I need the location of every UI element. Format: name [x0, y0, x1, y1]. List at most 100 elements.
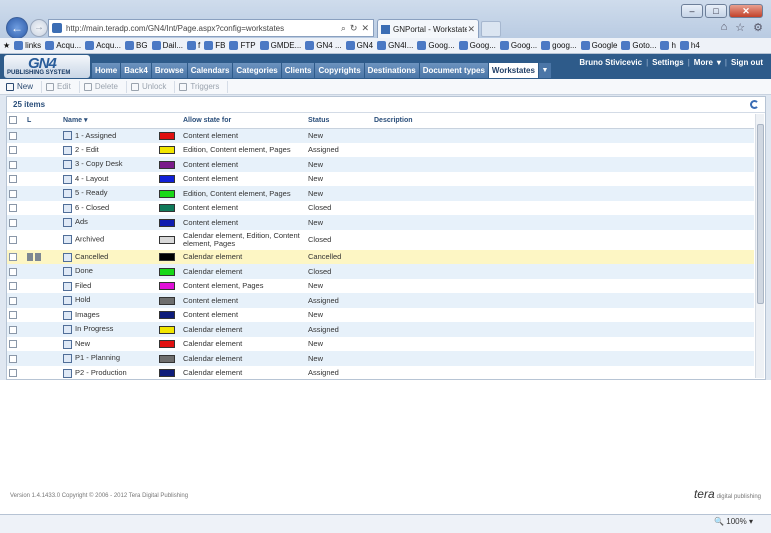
nav-browse[interactable]: Browse [151, 63, 187, 78]
row-checkbox[interactable] [9, 189, 17, 198]
row-checkbox[interactable] [9, 267, 17, 276]
row-checkbox[interactable] [9, 354, 17, 363]
edit-row-icon[interactable] [27, 253, 33, 262]
header-description[interactable]: Description [372, 113, 754, 129]
user-name[interactable]: Bruno Stivicevic [579, 58, 642, 67]
favorite-link[interactable]: links [14, 41, 41, 50]
table-row-selected[interactable]: Cancelled Calendar element Cancelled [7, 249, 754, 264]
triggers-button[interactable]: Triggers [179, 80, 229, 93]
favorite-link[interactable]: FB [204, 41, 225, 50]
vertical-scrollbar[interactable] [755, 114, 764, 378]
favorite-link[interactable]: GN4I... [377, 41, 413, 50]
header-status[interactable]: Status [306, 113, 372, 129]
favorite-link[interactable]: GN4 [345, 41, 373, 50]
favorite-link[interactable]: goog... [541, 41, 577, 50]
row-checkbox[interactable] [9, 175, 17, 184]
select-all-header[interactable] [7, 113, 25, 129]
row-checkbox[interactable] [9, 369, 17, 378]
header-name[interactable]: Name ▾ [61, 113, 157, 129]
nav-workstates[interactable]: Workstates [488, 63, 538, 78]
row-checkbox[interactable] [9, 325, 17, 334]
table-row[interactable]: P2 - Production Calendar element Assigne… [7, 366, 754, 381]
table-row[interactable]: Done Calendar element Closed [7, 264, 754, 279]
favorite-link[interactable]: Acqu... [45, 41, 81, 50]
table-row[interactable]: Hold Content element Assigned [7, 293, 754, 308]
stop-icon[interactable]: ✕ [361, 23, 369, 34]
nav-destinations[interactable]: Destinations [364, 63, 419, 78]
nav-categories[interactable]: Categories [233, 63, 281, 78]
close-window-button[interactable]: ✕ [729, 4, 763, 18]
refresh-icon[interactable] [750, 100, 759, 109]
table-row[interactable]: P1 - Planning Calendar element New [7, 351, 754, 366]
gn4-logo[interactable]: GN4 PUBLISHING SYSTEM [4, 55, 90, 78]
row-checkbox[interactable] [9, 132, 17, 140]
favorite-link[interactable]: h4 [679, 41, 700, 50]
favorites-star-icon[interactable]: ★ [3, 41, 10, 50]
nav-home[interactable]: Home [92, 63, 121, 78]
new-tab-button[interactable] [481, 21, 501, 37]
minimize-button[interactable]: – [681, 4, 703, 18]
nav-calendars[interactable]: Calendars [187, 63, 233, 78]
new-button[interactable]: New [6, 80, 43, 93]
table-row[interactable]: 1 - Assigned Content element New [7, 128, 754, 143]
row-checkbox[interactable] [9, 218, 17, 227]
favorite-link[interactable]: Goog... [417, 41, 455, 50]
address-bar[interactable]: http://main.teradp.com/GN4/Int/Page.aspx… [48, 19, 374, 37]
row-checkbox[interactable] [9, 296, 17, 305]
maximize-button[interactable]: □ [705, 4, 727, 18]
row-checkbox[interactable] [9, 340, 17, 349]
url-text[interactable]: http://main.teradp.com/GN4/Int/Page.aspx… [66, 24, 341, 33]
favorite-link[interactable]: Goog... [458, 41, 496, 50]
browser-tab[interactable]: GNPortal - Workstates (Ad... ✕ [377, 19, 479, 38]
edit-button[interactable]: Edit [46, 80, 80, 93]
refresh-icon[interactable]: ↻ [350, 23, 358, 34]
more-link[interactable]: More [694, 58, 713, 67]
home-icon[interactable]: ⌂ [721, 21, 728, 34]
sign-out-link[interactable]: Sign out [731, 58, 763, 67]
favorite-link[interactable]: BG [125, 41, 148, 50]
nav-back4[interactable]: Back4 [121, 63, 151, 78]
favorite-link[interactable]: Goto... [621, 41, 656, 50]
favorite-link[interactable]: h [660, 41, 676, 50]
favorite-link[interactable]: Goog... [499, 41, 537, 50]
forward-button[interactable]: → [30, 19, 48, 37]
table-row[interactable]: 3 - Copy Desk Content element New [7, 157, 754, 172]
table-row[interactable]: New Calendar element New [7, 337, 754, 352]
table-row[interactable]: Images Content element New [7, 308, 754, 323]
row-checkbox[interactable] [9, 160, 17, 169]
table-row[interactable]: 4 - Layout Content element New [7, 172, 754, 187]
back-button[interactable]: ← [6, 17, 28, 39]
table-row[interactable]: In Progress Calendar element Assigned [7, 322, 754, 337]
tab-close-icon[interactable]: ✕ [467, 24, 475, 35]
table-row[interactable]: Filed Content element, Pages New [7, 279, 754, 294]
table-row[interactable]: 5 - Ready Edition, Content element, Page… [7, 186, 754, 201]
row-checkbox[interactable] [9, 282, 17, 291]
table-row[interactable]: 2 - Edit Edition, Content element, Pages… [7, 143, 754, 158]
row-checkbox[interactable] [9, 146, 17, 155]
delete-button[interactable]: Delete [83, 80, 127, 93]
favorite-link[interactable]: GMDE... [259, 41, 301, 50]
favorites-star-icon[interactable]: ☆ [735, 21, 745, 34]
favorite-link[interactable]: GN4 ... [305, 41, 342, 50]
zoom-level[interactable]: 🔍 100% ▾ [714, 517, 753, 526]
nav-more-chevron-icon[interactable]: ▼ [538, 63, 551, 78]
select-all-checkbox[interactable] [9, 116, 17, 125]
favorite-link[interactable]: Google [580, 41, 617, 50]
gear-icon[interactable]: ⚙ [753, 21, 763, 34]
settings-link[interactable]: Settings [652, 58, 684, 67]
row-checkbox[interactable] [9, 311, 17, 320]
chevron-down-icon[interactable]: ▾ [717, 58, 721, 67]
header-l[interactable]: L [25, 113, 61, 129]
favorite-link[interactable]: FTP [229, 41, 256, 50]
row-checkbox[interactable] [9, 253, 17, 262]
table-row[interactable]: 6 - Closed Content element Closed [7, 201, 754, 216]
table-row[interactable]: Archived Calendar element, Edition, Cont… [7, 230, 754, 250]
favorite-link[interactable]: Acqu... [85, 41, 121, 50]
nav-copyrights[interactable]: Copyrights [315, 63, 364, 78]
nav-clients[interactable]: Clients [281, 63, 315, 78]
nav-document-types[interactable]: Document types [419, 63, 488, 78]
favorite-link[interactable]: Dail... [151, 41, 183, 50]
favorite-link[interactable]: f [187, 41, 200, 50]
row-checkbox[interactable] [9, 204, 17, 213]
scrollbar-thumb[interactable] [757, 124, 764, 304]
